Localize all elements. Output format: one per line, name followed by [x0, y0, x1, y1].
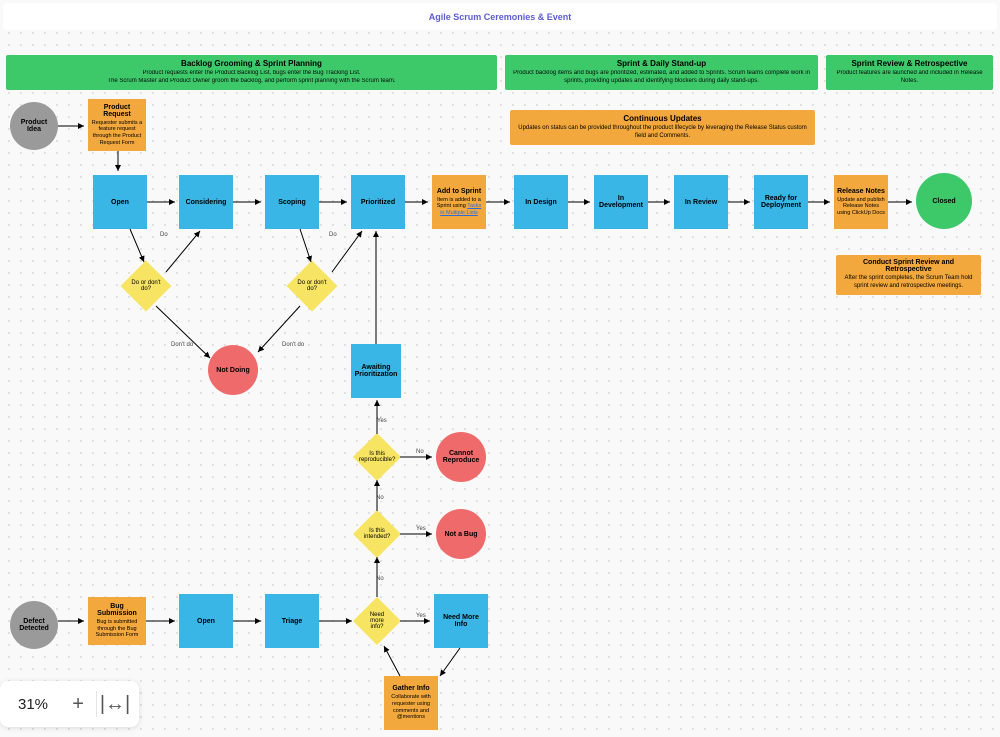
banner-backlog: Backlog Grooming & Sprint Planning Produ…: [6, 55, 497, 90]
node-bug-submission[interactable]: Bug Submission Bug is submitted through …: [88, 597, 146, 645]
node-in-design[interactable]: In Design: [514, 175, 568, 229]
node-not-a-bug[interactable]: Not a Bug: [436, 509, 486, 559]
node-need-more-info[interactable]: Need More Info: [434, 594, 488, 648]
label-yes-intended: Yes: [414, 526, 428, 532]
banner-cu-title: Continuous Updates: [516, 114, 809, 123]
zoom-in-button[interactable]: +: [60, 686, 96, 722]
node-product-idea[interactable]: Product Idea: [10, 102, 58, 150]
label-yes-more: Yes: [414, 613, 428, 619]
node-open-1[interactable]: Open: [93, 175, 147, 229]
zoom-fit-button[interactable]: |↔|: [97, 686, 133, 722]
node-triage[interactable]: Triage: [265, 594, 319, 648]
node-defect-detected[interactable]: Defect Detected: [10, 601, 58, 649]
zoom-control: 31% + |↔|: [0, 681, 139, 727]
node-in-review[interactable]: In Review: [674, 175, 728, 229]
zoom-percent[interactable]: 31%: [6, 696, 60, 713]
label-no-intended: No: [374, 495, 386, 501]
node-product-request[interactable]: Product Request Requester submits a feat…: [88, 99, 146, 151]
banner-cu-desc: Updates on status can be provided throug…: [516, 125, 809, 141]
banner-review-desc: Product features are launched and includ…: [832, 70, 987, 86]
node-open-2[interactable]: Open: [179, 594, 233, 648]
banner-sprint: Sprint & Daily Stand-up Product backlog …: [505, 55, 818, 90]
banner-review-title: Sprint Review & Retrospective: [832, 59, 987, 68]
node-ready-deployment[interactable]: Ready for Deployment: [754, 175, 808, 229]
node-gather-info[interactable]: Gather Info Collaborate with requester u…: [384, 676, 438, 730]
canvas-dotgrid[interactable]: [0, 0, 1000, 737]
node-add-to-sprint[interactable]: Add to Sprint Item is added to a Sprint …: [432, 175, 486, 229]
node-scoping[interactable]: Scoping: [265, 175, 319, 229]
node-release-notes[interactable]: Release Notes Update and publish Release…: [834, 175, 888, 229]
node-not-doing[interactable]: Not Doing: [208, 345, 258, 395]
node-cannot-reproduce[interactable]: Cannot Reproduce: [436, 432, 486, 482]
label-no-more: No: [374, 576, 386, 582]
banner-sprint-desc: Product backlog items and bugs are prior…: [511, 70, 812, 86]
node-closed[interactable]: Closed: [916, 173, 972, 229]
banner-continuous-updates: Continuous Updates Updates on status can…: [510, 110, 815, 145]
banner-sprint-title: Sprint & Daily Stand-up: [511, 59, 812, 68]
label-do-1: Do: [158, 232, 170, 238]
banner-backlog-desc1: Product requests enter the Product Backl…: [12, 70, 491, 78]
banner-backlog-desc2: The Scrum Master and Product Owner groom…: [12, 78, 491, 86]
label-do-2: Do: [327, 232, 339, 238]
node-prioritized[interactable]: Prioritized: [351, 175, 405, 229]
page-title: Agile Scrum Ceremonies & Event: [429, 12, 572, 22]
label-yes-repro: Yes: [375, 418, 389, 424]
label-dont-1: Don't do: [169, 342, 195, 348]
node-considering[interactable]: Considering: [179, 175, 233, 229]
label-no-repro: No: [414, 449, 426, 455]
banner-review: Sprint Review & Retrospective Product fe…: [826, 55, 993, 90]
page-title-bar: Agile Scrum Ceremonies & Event: [3, 3, 997, 30]
node-in-development[interactable]: In Development: [594, 175, 648, 229]
node-awaiting-prioritization[interactable]: Awaiting Prioritization: [351, 344, 401, 398]
banner-backlog-title: Backlog Grooming & Sprint Planning: [12, 59, 491, 68]
node-conduct-review[interactable]: Conduct Sprint Review and Retrospective …: [836, 255, 981, 295]
label-dont-2: Don't do: [280, 342, 306, 348]
